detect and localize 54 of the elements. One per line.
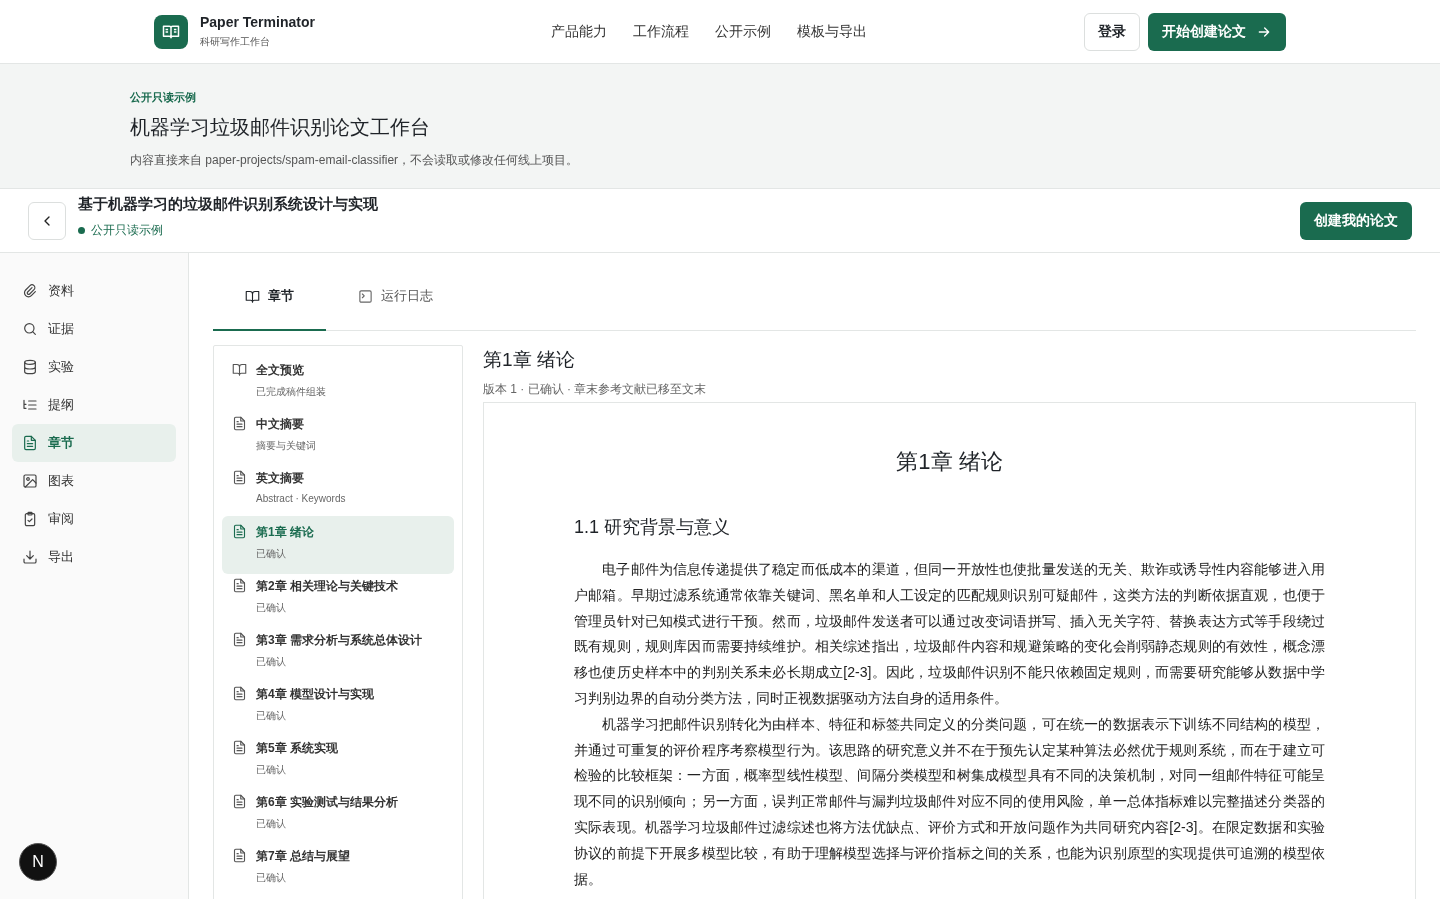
project-title: 基于机器学习的垃圾邮件识别系统设计与实现 xyxy=(78,194,378,214)
document-icon xyxy=(232,578,247,593)
brand-name: Paper Terminator xyxy=(200,14,315,30)
database-icon xyxy=(22,359,38,375)
status-dot xyxy=(78,226,85,234)
login-button[interactable]: 登录 xyxy=(1084,12,1140,51)
page-description: 内容直接来自 paper-projects/spam-email-classifier，不会读取或修改任何线上项目。 xyxy=(130,152,580,169)
chapter-item[interactable]: 第1章 绪论 已确认 xyxy=(222,516,454,574)
sidebar-item[interactable]: 审阅 xyxy=(12,500,176,538)
sidebar-item[interactable]: 提纲 xyxy=(12,386,176,424)
nav-link[interactable]: 工作流程 xyxy=(632,22,689,41)
document-icon xyxy=(232,470,247,485)
dev-badge[interactable]: N xyxy=(32,853,44,871)
image-icon xyxy=(22,473,38,489)
clipboard-icon xyxy=(22,511,38,527)
nav-link[interactable]: 模板与导出 xyxy=(796,22,867,41)
section-heading: 1.1 研究背景与意义 xyxy=(574,516,732,539)
page-title: 机器学习垃圾邮件识别论文工作台 xyxy=(130,115,431,140)
eyebrow-label: 公开只读示例 xyxy=(130,90,197,105)
search-icon xyxy=(22,321,38,337)
create-paper-button[interactable]: 创建我的论文 xyxy=(1300,201,1412,240)
paragraph: 机器学习把邮件识别转化为由样本、特征和标签共同定义的分类问题，可在统一的数据表示下训练不同结构的模型，并通过可重复的评价程序考察模型行为。该思路的研究意义并不在于预先认定某种算法必然优于规则系统，而在于建立可检验的比较框架：一方面，概率型线性模型、间隔分类模型和树集成模型具有不同的决策机制，对同一组邮件特征可能呈现不同的识别倾向；另一方面，误判正常邮件与漏判垃圾邮件对应不同的使用风险，单一总体指标难以完整描述分类器的实际表现。机器学习垃圾邮件过滤综述也将方法优缺点、评价方式和开放问题作为共同研究内容[2-3]。在限定数据和实验协议的前提下开展多模型比较，有助于理解模型选择与评价指标之间的关系，也能为识别原型的实现提供可追溯的模型依据。 xyxy=(574,714,1325,889)
nav-link[interactable]: 产品能力 xyxy=(550,22,607,41)
document-icon xyxy=(232,524,247,539)
list-icon xyxy=(22,397,38,413)
sidebar-item[interactable]: 证据 xyxy=(12,310,176,348)
sidebar-item[interactable]: 图表 xyxy=(12,462,176,500)
sidebar-item[interactable]: 导出 xyxy=(12,538,176,576)
brand-tagline: 科研写作工作台 xyxy=(200,35,271,49)
sidebar-item[interactable]: 章节 xyxy=(12,424,176,462)
document-icon xyxy=(232,740,247,755)
paragraph: 电子邮件为信息传递提供了稳定而低成本的渠道，但同一开放性也使批量发送的无关、欺诈或诱导性内容能够进入用户邮箱。早期过滤系统通常依靠关键词、黑名单和人工设定的匹配规则识别可疑邮件，这类方法的判断依据直观，也便于管理员针对已知模式进行干预。然而，垃圾邮件发送者可以通过改变词语拼写、插入无关字符、替换表达方式等手段绕过既有规则，规则库因而需要持续维护。相关综述指出，垃圾邮件内容和规避策略的变化会削弱静态规则的有效性，概念漂移也使历史样本中的判别关系未必长期成立[2-3]。因此，垃圾邮件识别不能只依赖固定规则，而需要研究能够从数据中学习判别边界的自动分类方法，同时正视数据驱动方法自身的适用条件。 xyxy=(574,560,1325,708)
document-icon xyxy=(232,794,247,809)
chapter-meta: 版本 1 · 已确认 · 章末参考文献已移至文末 xyxy=(483,381,708,398)
document-icon xyxy=(232,848,247,863)
sidebar-item[interactable]: 实验 xyxy=(12,348,176,386)
terminal-icon xyxy=(358,288,373,304)
book-icon xyxy=(245,288,260,304)
download-icon xyxy=(22,549,38,565)
document-icon xyxy=(232,416,247,431)
document-icon xyxy=(22,435,38,451)
document-icon xyxy=(232,632,247,647)
logo-icon[interactable] xyxy=(154,14,188,49)
tab[interactable]: 运行日志 xyxy=(326,263,465,331)
chapter-title: 第1章 绪论 xyxy=(483,348,576,372)
tab[interactable]: 章节 xyxy=(213,263,326,331)
status-label: 公开只读示例 xyxy=(91,221,163,239)
paperclip-icon xyxy=(22,283,38,299)
sidebar-item[interactable]: 资料 xyxy=(12,272,176,310)
nav-link[interactable]: 公开示例 xyxy=(714,22,771,41)
document-icon xyxy=(232,686,247,701)
start-button[interactable]: 开始创建论文 xyxy=(1148,12,1286,51)
document-heading: 第1章 绪论 xyxy=(895,448,1004,476)
book-icon xyxy=(232,362,247,377)
